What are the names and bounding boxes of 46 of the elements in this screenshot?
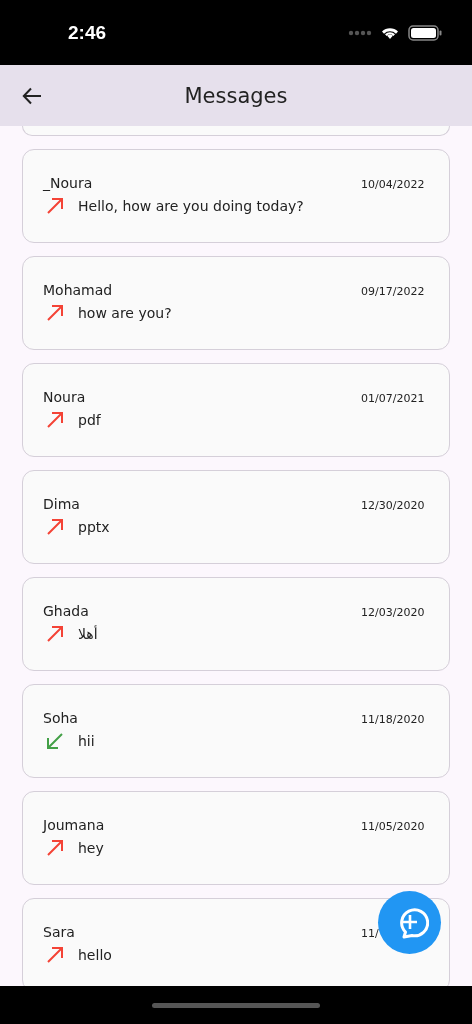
conversation-card[interactable]: Joumana 11/05/2020 hey [22, 791, 450, 885]
message-preview: Hello, how are you doing today? [78, 198, 304, 214]
conversation-card[interactable]: Sara 11/ hello [22, 898, 450, 986]
outgoing-arrow-icon [46, 518, 64, 536]
message-preview: hii [78, 733, 95, 749]
contact-name: Joumana [43, 817, 105, 833]
screen-title: Messages [184, 83, 288, 108]
message-preview: pptx [78, 519, 110, 535]
message-date: 09/17/2022 [361, 285, 426, 298]
contact-name: Sara [43, 924, 75, 940]
outgoing-arrow-icon [46, 411, 64, 429]
contact-name: Mohamad [43, 282, 113, 298]
signal-icon [348, 29, 372, 36]
message-preview: hey [78, 840, 104, 856]
battery-icon [408, 24, 442, 41]
outgoing-arrow-icon [46, 197, 64, 215]
outgoing-arrow-icon [46, 304, 64, 322]
conversation-card[interactable]: _Noura 10/04/2022 Hello, how are you doing today? [22, 149, 450, 243]
contact-name: Noura [43, 389, 86, 405]
message-date: 11/18/2020 [361, 713, 426, 726]
message-preview: hello [78, 947, 112, 963]
message-preview: how are you? [78, 305, 172, 321]
contact-name: Ghada [43, 603, 89, 619]
message-date: 11/ [361, 927, 380, 940]
wifi-icon [380, 25, 400, 40]
message-date: 10/04/2022 [361, 178, 426, 191]
contact-name: Soha [43, 710, 78, 726]
message-date: 12/03/2020 [361, 606, 426, 619]
conversation-card[interactable]: Mohamad 09/17/2022 how are you? [22, 256, 450, 350]
outgoing-arrow-icon [46, 625, 64, 643]
conversation-card[interactable]: Soha 11/18/2020 hii [22, 684, 450, 778]
message-preview: أهلا [78, 626, 98, 642]
conversation-card[interactable]: Dima 12/30/2020 pptx [22, 470, 450, 564]
conversation-card[interactable]: Noura 01/07/2021 pdf [22, 363, 450, 457]
message-date: 12/30/2020 [361, 499, 426, 512]
contact-name: Dima [43, 496, 80, 512]
message-date: 01/07/2021 [361, 392, 426, 405]
outgoing-arrow-icon [46, 946, 64, 964]
back-button[interactable] [20, 85, 44, 107]
incoming-arrow-icon [46, 732, 64, 750]
contact-name: _Noura [43, 175, 93, 191]
message-preview: pdf [78, 412, 101, 428]
back-arrow-icon [22, 87, 42, 105]
outgoing-arrow-icon [46, 839, 64, 857]
status-time: 2:46 [68, 21, 107, 44]
message-date: 11/05/2020 [361, 820, 426, 833]
